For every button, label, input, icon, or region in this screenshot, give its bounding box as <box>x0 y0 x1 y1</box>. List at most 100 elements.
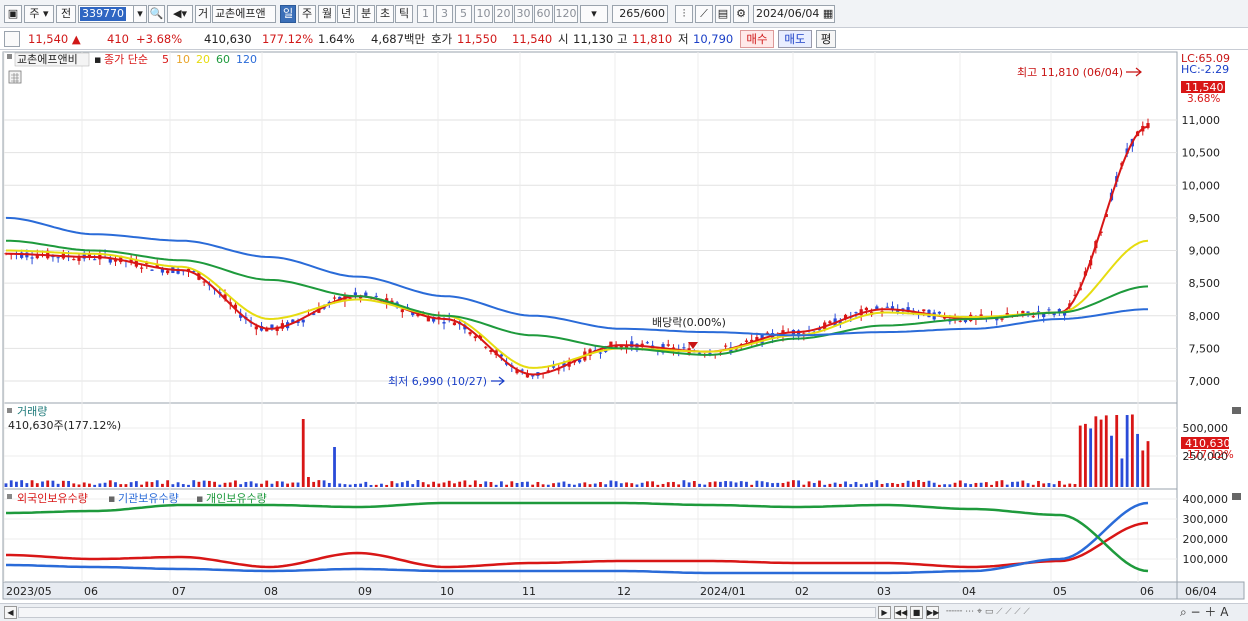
scroll-right-button[interactable]: ▶ <box>878 606 891 619</box>
speaker-icon[interactable]: ◀▾ <box>167 5 193 23</box>
candle-body <box>520 369 524 371</box>
rewind-button[interactable]: ◀◀ <box>894 606 907 619</box>
period-tick[interactable]: 틱 <box>395 5 413 23</box>
volume-bar <box>296 482 300 487</box>
price-tick-label: 9,500 <box>1189 212 1221 225</box>
interval-5[interactable]: 5 <box>455 5 472 23</box>
quote-bid: 11,540 <box>512 32 553 46</box>
volume-bar <box>207 480 211 487</box>
legend-sep-2: ▪ <box>196 492 203 505</box>
volume-bar <box>312 481 316 487</box>
candle-body <box>364 292 368 296</box>
scroll-track[interactable] <box>18 607 876 618</box>
calendar-icon[interactable]: ▦ <box>823 7 833 20</box>
interval-dropdown-icon[interactable]: ▾ <box>580 5 608 23</box>
volume-bar <box>416 480 420 487</box>
stock-name: 교촌에프앤 <box>212 5 276 23</box>
interval-60[interactable]: 60 <box>534 5 553 23</box>
open-label: 시 <box>558 32 569 46</box>
volume-bar <box>333 447 336 487</box>
save-icon[interactable]: ▤ <box>715 5 731 23</box>
ma-legend-120: 120 <box>236 53 257 66</box>
eval-button[interactable]: 평 <box>816 30 836 48</box>
code-dropdown-icon[interactable]: ▾ <box>133 5 147 23</box>
candle-body <box>400 309 404 313</box>
volume-bar <box>943 484 947 487</box>
buy-button[interactable]: 매수 <box>740 30 774 48</box>
interval-30[interactable]: 30 <box>514 5 533 23</box>
zoom-controls-icon[interactable]: ⌕ − ＋ A <box>1180 605 1246 620</box>
market-select[interactable]: 주 ▾ <box>24 5 54 23</box>
volume-bar <box>948 484 952 487</box>
volume-bar <box>599 482 602 487</box>
volume-bar <box>359 483 362 487</box>
interval-120[interactable]: 120 <box>554 5 578 23</box>
period-year[interactable]: 년 <box>337 5 355 23</box>
holding-tick-label: 200,000 <box>1183 533 1229 546</box>
price-tick-label: 8,500 <box>1189 277 1221 290</box>
draw-tool-icon[interactable]: ⟋ <box>695 5 713 23</box>
volume-bar <box>301 419 305 487</box>
period-minute[interactable]: 분 <box>357 5 375 23</box>
stock-name-prefix[interactable]: 거 <box>195 5 211 23</box>
volume-bar <box>1094 416 1098 487</box>
volume-bar <box>1057 480 1061 487</box>
count-input[interactable]: 265/600 <box>612 5 668 23</box>
volume-bar <box>442 482 446 487</box>
forward-button[interactable]: ▶▶ <box>926 606 939 619</box>
volume-bar <box>395 483 399 487</box>
volume-bar <box>562 481 566 487</box>
gear-icon[interactable]: ⚙ <box>733 5 749 23</box>
volume-bar <box>88 483 91 487</box>
holding-close-icon[interactable] <box>1232 493 1241 500</box>
volume-bar <box>552 483 555 487</box>
sell-button[interactable]: 매도 <box>778 30 812 48</box>
window-menu-icon[interactable]: ▣ <box>4 5 22 23</box>
candle-body <box>30 257 34 259</box>
candle-body <box>353 292 357 296</box>
x-tick-label: 10 <box>440 585 454 598</box>
period-month[interactable]: 월 <box>318 5 336 23</box>
volume-bar <box>124 484 128 487</box>
volume-bar <box>15 481 18 487</box>
volume-bar <box>291 482 295 487</box>
period-second[interactable]: 초 <box>376 5 394 23</box>
candle-body <box>442 322 446 324</box>
date-input[interactable]: 2024/06/04 ▦ <box>753 5 835 23</box>
period-week[interactable]: 주 <box>298 5 316 23</box>
quote-change: 410 <box>107 32 129 46</box>
interval-20[interactable]: 20 <box>494 5 513 23</box>
volume-tick-label: 500,000 <box>1183 422 1229 435</box>
stock-chart[interactable]: 11,000 10,500 10,000 9,500 9,000 8,500 8,000 7,… <box>0 50 1248 603</box>
x-tick-label: 2023/05 <box>6 585 52 598</box>
ask-label: 호가 <box>431 32 453 46</box>
prev-button[interactable]: 전 <box>56 5 76 23</box>
interval-3[interactable]: 3 <box>436 5 453 23</box>
volume-bar <box>922 481 926 487</box>
volume-bar <box>364 481 368 487</box>
volume-bar <box>458 481 462 487</box>
stop-button[interactable]: ■ <box>910 606 923 619</box>
volume-bar <box>61 480 65 487</box>
interval-1[interactable]: 1 <box>417 5 434 23</box>
volume-bar <box>781 482 785 487</box>
volume-title: 거래량 <box>17 405 47 418</box>
interval-10[interactable]: 10 <box>474 5 493 23</box>
quote-open: 11,130 <box>573 32 614 46</box>
period-day[interactable]: 일 <box>280 5 296 23</box>
volume-bar <box>614 481 618 487</box>
volume-bar <box>865 483 868 487</box>
draw-tools-icon[interactable]: ╌╌╌ ⋯ ⌖ ▭ ⟋ ⟋ ⟋ ⟋ <box>946 607 1076 618</box>
volume-bar <box>1063 484 1066 487</box>
candle-body <box>374 295 378 297</box>
quote-menu-icon[interactable] <box>4 31 20 47</box>
scroll-left-button[interactable]: ◀ <box>4 606 17 619</box>
search-icon[interactable]: 🔍 <box>148 5 165 23</box>
low-label: 저 <box>678 32 689 46</box>
volume-close-icon[interactable] <box>1232 407 1241 414</box>
candle-type-icon[interactable]: ⫶ <box>675 5 693 23</box>
volume-bar <box>463 480 467 487</box>
volume-bar <box>698 483 701 487</box>
volume-bar <box>1084 423 1087 487</box>
volume-bar <box>849 484 853 487</box>
